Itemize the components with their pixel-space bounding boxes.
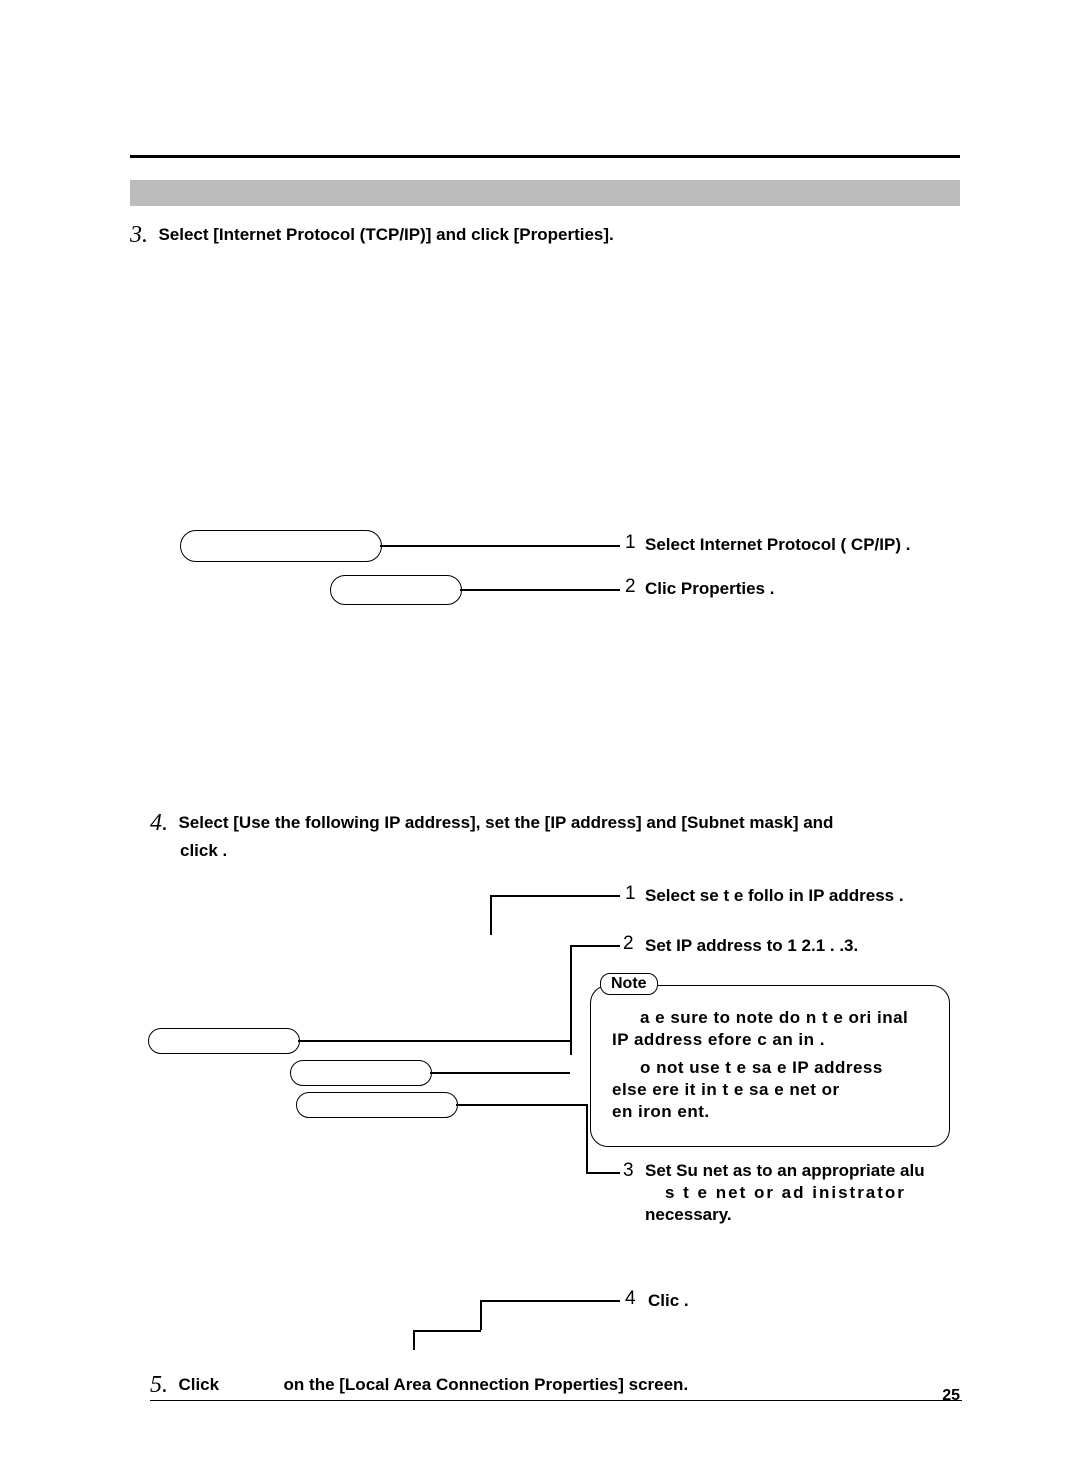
step-5-number: 5. xyxy=(150,1372,168,1398)
leader-line xyxy=(570,945,620,947)
leader-line xyxy=(460,589,620,591)
gray-header-bar xyxy=(130,180,960,206)
step-5-text-b: on the [Local Area Connection Properties… xyxy=(284,1375,689,1394)
callout-4-4-number: 4 xyxy=(625,1288,636,1310)
callout-4-3-number: 3 xyxy=(623,1160,634,1182)
leader-line xyxy=(413,1330,415,1350)
callout-pill-properties xyxy=(330,575,462,605)
step-5-text-a: Click xyxy=(178,1375,219,1394)
step-5: 5. Click on the [Local Area Connection P… xyxy=(150,1372,688,1399)
step-3-number: 3. xyxy=(130,222,148,248)
step-3-text: Select [Internet Protocol (TCP/IP)] and … xyxy=(158,225,613,244)
note-line-5: en iron ent. xyxy=(612,1102,710,1122)
callout-pill xyxy=(148,1028,300,1054)
callout-1-number: 1 xyxy=(625,532,636,554)
callout-4-3-text-a: Set Su net as to an appropriate alu xyxy=(645,1161,925,1181)
bottom-rule xyxy=(150,1400,962,1401)
callout-2-text: Clic Properties . xyxy=(645,579,774,599)
step-4: 4. Select [Use the following IP address]… xyxy=(150,810,940,861)
leader-line xyxy=(480,1300,620,1302)
callout-pill xyxy=(290,1060,432,1086)
step-4-number: 4. xyxy=(150,810,168,836)
callout-4-3-text-b: s t e net or ad inistrator xyxy=(665,1183,906,1203)
leader-line xyxy=(490,895,492,935)
step-4-text-a: Select [Use the following IP address], s… xyxy=(178,813,833,832)
note-line-3: o not use t e sa e IP address xyxy=(640,1058,883,1078)
callout-pill xyxy=(296,1092,458,1118)
callout-4-1-text: Select se t e follo in IP address . xyxy=(645,886,904,906)
callout-4-3-text-c: necessary. xyxy=(645,1205,732,1225)
callout-pill-tcpip xyxy=(180,530,382,562)
leader-line xyxy=(298,1040,570,1042)
note-line-4: else ere it in t e sa e net or xyxy=(612,1080,840,1100)
leader-line xyxy=(456,1104,586,1106)
leader-line xyxy=(480,1300,482,1330)
note-line-1: a e sure to note do n t e ori inal xyxy=(640,1008,908,1028)
leader-line xyxy=(413,1330,481,1332)
leader-line xyxy=(586,1104,588,1172)
callout-1-text: Select Internet Protocol ( CP/IP) . xyxy=(645,535,910,555)
callout-4-4-text: Clic . xyxy=(648,1291,689,1311)
step-4-text-b: click . xyxy=(180,841,940,861)
callout-2-number: 2 xyxy=(625,576,636,598)
top-rule xyxy=(130,155,960,158)
step-3: 3. Select [Internet Protocol (TCP/IP)] a… xyxy=(130,222,614,249)
note-label: Note xyxy=(600,973,658,995)
leader-line xyxy=(490,895,620,897)
callout-4-2-text: Set IP address to 1 2.1 . .3. xyxy=(645,936,858,956)
note-line-2: IP address efore c an in . xyxy=(612,1030,825,1050)
leader-line xyxy=(570,945,572,1055)
callout-4-2-number: 2 xyxy=(623,933,634,955)
page-number: 25 xyxy=(942,1387,960,1405)
callout-4-1-number: 1 xyxy=(625,883,636,905)
leader-line xyxy=(586,1172,620,1174)
leader-line xyxy=(430,1072,570,1074)
page: 3. Select [Internet Protocol (TCP/IP)] a… xyxy=(0,0,1080,1465)
leader-line xyxy=(380,545,620,547)
